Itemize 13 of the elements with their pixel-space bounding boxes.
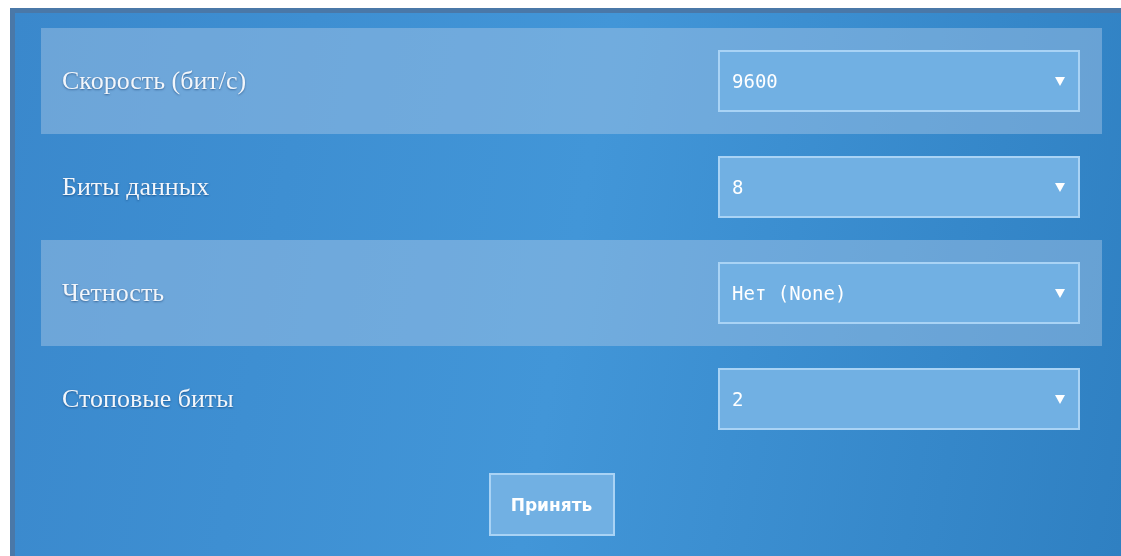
caret-icon xyxy=(1054,393,1066,405)
caret-icon xyxy=(1054,181,1066,193)
setting-label: Скорость (бит/с) xyxy=(62,66,247,96)
dropdown[interactable]: Нет (None) xyxy=(718,262,1080,324)
setting-label: Биты данных xyxy=(62,172,210,202)
dropdown[interactable]: 2 xyxy=(718,368,1080,430)
dropdown[interactable]: 9600 xyxy=(718,50,1080,112)
setting-label: Четность xyxy=(62,278,165,308)
caret-icon xyxy=(1054,287,1066,299)
accept-button[interactable]: Принять xyxy=(488,473,615,536)
caret-icon xyxy=(1054,75,1066,87)
dropdown[interactable]: 8 xyxy=(718,156,1080,218)
setting-label: Стоповые биты xyxy=(62,384,234,414)
